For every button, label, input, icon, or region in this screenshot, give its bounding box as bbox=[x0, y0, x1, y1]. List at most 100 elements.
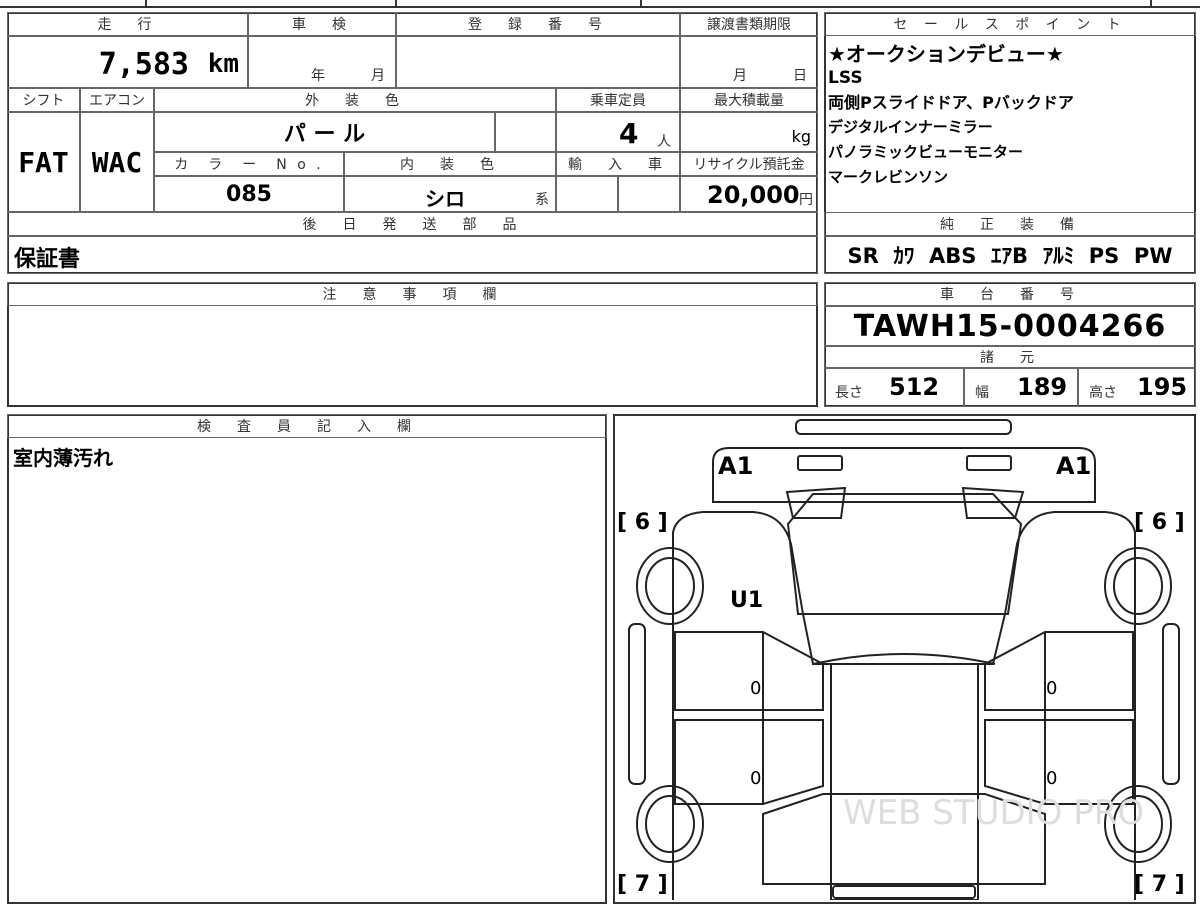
inspector-header: 検 査 員 記 入 欄 bbox=[7, 414, 607, 438]
mark-6-left: [ 6 ] bbox=[617, 510, 668, 535]
left-rear-door bbox=[674, 719, 824, 805]
mileage-header: 走 行 bbox=[7, 12, 248, 36]
transfer-deadline-cell: 月 日 bbox=[680, 36, 818, 88]
capacity-cell: 4 人 bbox=[556, 112, 680, 152]
spec-length-value: 512 bbox=[889, 373, 940, 401]
max-load-header: 最大積載量 bbox=[680, 88, 818, 112]
sales-point-item: 両側Pスライドドア、Pバックドア bbox=[828, 93, 1074, 112]
headlight-left bbox=[797, 455, 843, 471]
top-strip-divider bbox=[145, 0, 147, 8]
watermark: WEB STUDIO PRO bbox=[843, 793, 1144, 833]
top-strip bbox=[0, 0, 1200, 8]
rear-roof-shape bbox=[812, 653, 996, 665]
sales-points-list: ★オークションデビュー★ LSS 両側Pスライドドア、Pバックドア デジタルイン… bbox=[828, 42, 1192, 210]
mileage-value: 7,583 bbox=[98, 47, 189, 82]
sales-point-item: LSS bbox=[828, 68, 863, 88]
color-no-header: カ ラ ー N o . bbox=[154, 152, 344, 176]
mileage-cell: 7,583 km bbox=[7, 36, 248, 88]
interior-color-header: 内 装 色 bbox=[344, 152, 556, 176]
later-parts-value: 保証書 bbox=[14, 247, 81, 272]
notes-header: 注 意 事 項 欄 bbox=[7, 282, 818, 306]
right-front-door bbox=[984, 631, 1134, 711]
mark-u1: U1 bbox=[730, 588, 764, 613]
exterior-color-extra bbox=[495, 112, 556, 152]
spec-width-value: 189 bbox=[1017, 373, 1068, 401]
sales-point-item: ★オークションデビュー★ bbox=[828, 42, 1064, 66]
import-cell-2 bbox=[618, 176, 680, 212]
left-front-door bbox=[674, 631, 824, 711]
recycle-unit: 円 bbox=[799, 192, 813, 208]
standard-equipment-value: SR ｶﾜ ABS ｴｱB ｱﾙﾐ PS PW bbox=[824, 236, 1196, 274]
transfer-deadline-header: 譲渡書類期限 bbox=[680, 12, 818, 36]
mark-a1-left: A1 bbox=[718, 452, 754, 480]
chassis-header: 車 台 番 号 bbox=[824, 282, 1196, 306]
capacity-header: 乗車定員 bbox=[556, 88, 680, 112]
interior-color-value: シロ bbox=[425, 187, 465, 211]
shaken-header: 車 検 bbox=[248, 12, 396, 36]
mark-zero: 0 bbox=[750, 678, 762, 699]
aircon-value: WAC bbox=[80, 112, 154, 212]
spec-length-cell: 長さ 512 bbox=[824, 368, 964, 407]
inspector-panel bbox=[7, 414, 607, 904]
spec-height-value: 195 bbox=[1137, 373, 1188, 401]
sales-points-header: セ ー ル ス ポ イ ン ト bbox=[824, 12, 1196, 36]
mark-zero: 0 bbox=[1046, 678, 1058, 699]
sales-point-item: パノラミックビューモニター bbox=[828, 143, 1024, 161]
interior-color-suffix: 系 bbox=[535, 192, 549, 208]
spec-height-cell: 高さ 195 bbox=[1078, 368, 1196, 407]
sales-point-item: デジタルインナーミラー bbox=[828, 118, 993, 136]
right-rear-door bbox=[984, 719, 1134, 805]
spec-width-label: 幅 bbox=[975, 385, 989, 401]
interior-color-cell: シロ 系 bbox=[344, 176, 556, 212]
registration-header: 登 録 番 号 bbox=[396, 12, 680, 36]
transfer-day-label: 日 bbox=[793, 68, 807, 84]
recycle-value: 20,000 bbox=[707, 181, 800, 209]
headlight-right bbox=[966, 455, 1012, 471]
spec-width-cell: 幅 189 bbox=[964, 368, 1078, 407]
recycle-header: リサイクル預託金 bbox=[680, 152, 818, 176]
capacity-value: 4 bbox=[619, 117, 639, 150]
car-diagram: WEB STUDIO PRO bbox=[628, 419, 1180, 900]
transfer-month-label: 月 bbox=[733, 68, 747, 84]
mark-zero: 0 bbox=[750, 768, 762, 789]
windshield-shape bbox=[786, 493, 1023, 615]
aircon-header: エアコン bbox=[80, 88, 154, 112]
registration-cell bbox=[396, 36, 680, 88]
rear-bumper-shape bbox=[832, 885, 976, 899]
specs-header: 諸 元 bbox=[824, 346, 1196, 368]
later-parts-header: 後 日 発 送 部 品 bbox=[7, 212, 818, 236]
later-parts-cell: 保証書 bbox=[7, 236, 818, 274]
top-strip-divider bbox=[1150, 0, 1152, 8]
shift-value: FAT bbox=[7, 112, 80, 212]
exterior-color-header: 外 装 色 bbox=[154, 88, 556, 112]
spec-length-label: 長さ bbox=[835, 385, 863, 401]
import-cell-1 bbox=[556, 176, 618, 212]
front-right-wheel-inner bbox=[1113, 557, 1163, 615]
mileage-unit: km bbox=[207, 49, 239, 79]
top-strip-divider bbox=[395, 0, 397, 8]
shift-header: シフト bbox=[7, 88, 80, 112]
shaken-year-label: 年 bbox=[311, 68, 325, 84]
exterior-color-value: パ ー ル bbox=[154, 112, 495, 152]
max-load-cell: kg bbox=[680, 112, 818, 152]
color-no-value: 085 bbox=[154, 176, 344, 212]
mark-7-right: [ 7 ] bbox=[1134, 872, 1185, 897]
right-side-strip bbox=[1162, 623, 1180, 785]
front-bumper-shape bbox=[795, 419, 1012, 435]
capacity-unit: 人 bbox=[657, 134, 671, 150]
spec-height-label: 高さ bbox=[1089, 385, 1117, 401]
top-strip-divider bbox=[640, 0, 642, 8]
left-side-strip bbox=[628, 623, 646, 785]
mark-zero: 0 bbox=[1046, 768, 1058, 789]
inspector-value: 室内薄汚れ bbox=[13, 446, 113, 470]
notes-value bbox=[12, 312, 812, 402]
shaken-month-label: 月 bbox=[371, 68, 385, 84]
front-left-wheel-inner bbox=[645, 557, 695, 615]
recycle-cell: 20,000 円 bbox=[680, 176, 818, 212]
sales-point-item: マークレビンソン bbox=[828, 168, 949, 186]
mark-a1-right: A1 bbox=[1056, 452, 1092, 480]
shaken-cell: 年 月 bbox=[248, 36, 396, 88]
max-load-unit: kg bbox=[791, 127, 811, 146]
mark-7-left: [ 7 ] bbox=[617, 872, 668, 897]
import-header: 輸 入 車 bbox=[556, 152, 680, 176]
